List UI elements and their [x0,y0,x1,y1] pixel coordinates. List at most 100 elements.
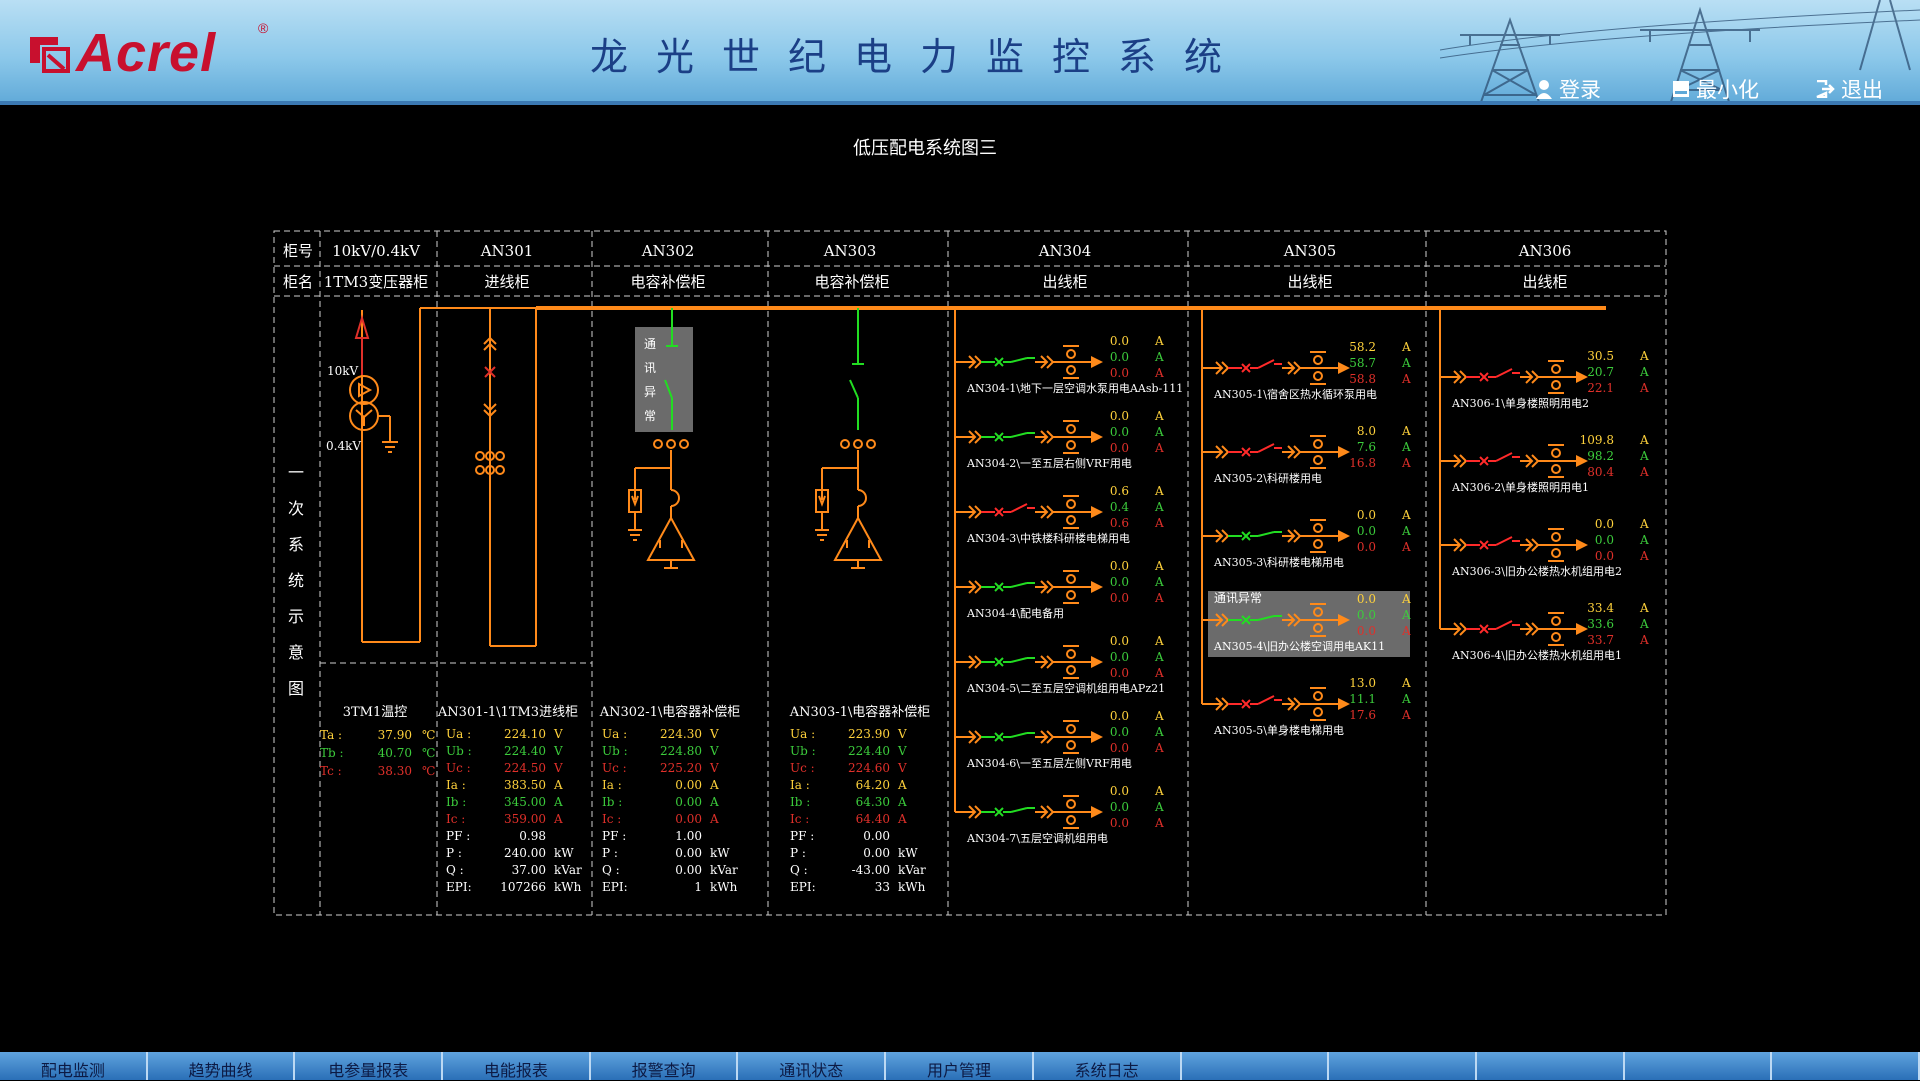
value-row-label: Ib : [790,795,810,809]
feeder-current-value: 0.0 [1110,784,1129,798]
feeder-circuit[interactable]: 0.0 A0.0 A0.0 AAN304-1\地下一层空调水泵用电AAsb-111 [955,334,1183,395]
value-row-label: Ic : [446,812,465,826]
feeder-current-value: 0.0 [1595,517,1614,531]
feeder-current-unit: A [1639,517,1649,531]
feeder-current-unit: A [1154,650,1164,664]
feeder-circuit[interactable]: 30.5 A 20.7 A 22.1 A AN306-1\单身楼照明用电2 [1440,349,1649,410]
feeder-circuit[interactable]: 0.0 A 0.0 A 0.0 A AN306-3\旧办公楼热水机组用电2 [1440,517,1649,578]
feeder-arrow-icon [1338,698,1350,710]
feeder-label: AN304-2\一至五层右侧VRF用电 [966,456,1132,470]
value-row-label: Ua : [602,727,627,741]
feeder-current-value: 0.0 [1110,634,1129,648]
value-row-label: Ua : [446,727,471,741]
feeder-circuit[interactable]: 8.0 A 7.6 A 16.8 A AN305-2\科研楼用电 [1202,424,1411,485]
feeder-current-unit: A [1154,666,1164,680]
feeder-current-value: 0.0 [1357,624,1376,638]
value-row-value: 0.00 [863,846,890,860]
value-row-unit: A [553,778,563,792]
value-row-unit: V [709,744,719,758]
value-row-label: Ia : [790,778,810,792]
feeder-current-value: 0.6 [1110,516,1129,530]
nav-tab[interactable]: 报警查询 [591,1052,739,1080]
feeder-circuit[interactable]: 0.0 A 0.0 A 0.0 A AN304-7\五层空调机组用电 [955,784,1164,845]
feeder-current-unit: A [1401,708,1411,722]
nav-tab-empty [1329,1052,1477,1080]
feeder-circuit[interactable]: 33.4 A 33.6 A 33.7 A AN306-4\旧办公楼热水机组用电1 [1440,601,1649,662]
incoming-breaker-an301[interactable] [475,308,537,647]
feeder-current-value: 0.0 [1110,725,1129,739]
value-row-value: 40.70 [378,746,412,760]
value-row-label: P : [446,846,462,860]
value-row-unit: ℃ [422,728,435,742]
feeder-circuit[interactable]: 13.0 A 11.1 A 17.6 A AN305-5\单身楼电梯用电 [1202,676,1411,737]
feeder-circuit[interactable]: 0.0 A 0.0 A 0.0 A AN304-4\配电备用 [955,559,1164,620]
feeder-current-value: 0.0 [1110,650,1129,664]
side-label-char: 意 [288,643,304,662]
nav-tab[interactable]: 通讯状态 [738,1052,887,1080]
feeder-current-unit: A [1154,425,1164,439]
feeder-current-value: 0.0 [1357,592,1376,606]
value-row-unit: V [553,727,563,741]
feeder-current-unit: A [1154,500,1164,514]
feeder-arrow-icon [1091,581,1103,593]
value-row-label: Ia : [446,778,466,792]
nav-tab[interactable]: 配电监测 [0,1052,148,1080]
feeder-current-unit: A [1401,508,1411,522]
meter-panel-title: AN303-1\电容器补偿柜 [789,704,931,720]
feeder-arrow-icon [1338,362,1350,374]
feeder-circuit[interactable]: 0.0 A0.0 A0.0 AAN304-5\二至五层空调机组用电APz21 [955,634,1165,695]
value-row-label: Q : [446,863,464,877]
feeder-current-value: 0.0 [1110,350,1129,364]
feeder-circuit[interactable]: 通讯异常 0.0 A 0.0 A 0.0 A AN305-4\旧办公楼空调用电AK11 [1202,591,1411,657]
value-row-label: Ib : [602,795,622,809]
comm-error-label: 通讯异常 [1214,591,1262,605]
value-row-label: Tb : [320,746,344,760]
nav-tab[interactable]: 趋势曲线 [148,1052,296,1080]
feeder-label: AN306-1\单身楼照明用电2 [1451,396,1589,410]
row-label-name: 柜名 [283,273,313,291]
value-row-value: 1.00 [675,829,702,843]
feeder-circuit[interactable]: 58.2 A 58.7 A 58.8 A AN305-1\宿舍区热水循环泵用电 [1202,340,1411,401]
feeder-current-unit: A [1154,784,1164,798]
feeder-circuit[interactable]: 109.8 A 98.2 A 80.4 A AN306-2\单身楼照明用电1 [1440,433,1649,494]
transformer-lv-label: 0.4kV [326,439,361,453]
value-row-value: 0.00 [675,812,702,826]
feeder-arrow-icon [1091,356,1103,368]
value-row-label: Ia : [602,778,622,792]
comm-error-char: 异 [644,385,656,399]
meter-panel: AN301-1\1TM3进线柜 Ua : 224.10 V Ub : 224.40 V Uc … [437,705,582,894]
feeder-current-value: 17.6 [1349,708,1376,722]
cabinet-number-an305: AN305 [1283,242,1337,260]
feeder-current-unit: A [1154,741,1164,755]
feeder-circuit[interactable]: 0.0 A 0.0 A 0.0 A AN304-6\一至五层左侧VRF用电 [955,709,1164,770]
value-row-label: PF : [446,829,470,843]
feeder-label: AN304-4\配电备用 [966,606,1064,620]
feeder-arrow-icon [1091,806,1103,818]
nav-tab[interactable]: 电能报表 [443,1052,591,1080]
feeder-current-value: 0.0 [1110,441,1129,455]
value-row-value: 345.00 [504,795,546,809]
feeder-current-unit: A [1401,440,1411,454]
nav-tab[interactable]: 用户管理 [886,1052,1034,1080]
feeder-current-unit: A [1639,617,1649,631]
value-row-value: 359.00 [504,812,546,826]
value-row-label: Ub : [790,744,816,758]
feeder-current-unit: A [1639,465,1649,479]
feeder-current-value: 33.6 [1587,617,1614,631]
feeder-circuit[interactable]: 0.6 A 0.4 A 0.6 A AN304-3\中铁楼科研楼电梯用电 [955,484,1164,545]
feeder-current-value: 0.0 [1110,409,1129,423]
capacitor-bank-an303[interactable] [815,308,883,569]
value-row-label: Q : [790,863,808,877]
value-row-label: Uc : [602,761,627,775]
feeder-current-value: 0.0 [1110,366,1129,380]
feeder-current-unit: A [1401,624,1411,638]
feeder-circuit[interactable]: 0.0 A 0.0 A 0.0 A AN304-2\一至五层右侧VRF用电 [955,409,1164,470]
value-row-value: 37.90 [378,728,412,742]
value-row-unit: kWh [898,880,926,894]
nav-tab[interactable]: 系统日志 [1034,1052,1182,1080]
nav-tab[interactable]: 电参量报表 [295,1052,444,1080]
side-label-char: 示 [288,607,304,626]
feeder-circuit[interactable]: 0.0 A 0.0 A 0.0 A AN305-3\科研楼电梯用电 [1202,508,1411,569]
feeder-current-value: 58.8 [1349,372,1376,386]
value-row-label: Ub : [602,744,628,758]
